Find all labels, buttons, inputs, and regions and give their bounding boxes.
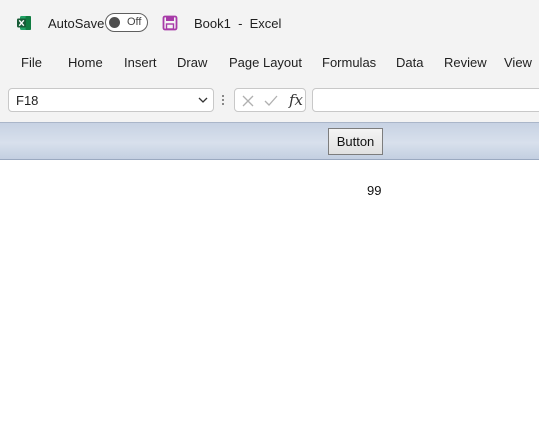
tab-draw[interactable]: Draw (177, 54, 207, 72)
excel-logo-icon[interactable] (16, 15, 32, 31)
name-box-value: F18 (16, 93, 39, 108)
more-options-icon[interactable] (221, 93, 225, 107)
formula-buttons: fx (234, 88, 306, 112)
tab-formulas[interactable]: Formulas (322, 54, 376, 72)
document-title: Book1 - Excel (194, 16, 282, 31)
toggle-knob (109, 17, 120, 28)
autosave-toggle[interactable]: Off (105, 13, 148, 32)
tab-file[interactable]: File (21, 54, 42, 72)
sheet-header-band: Button (0, 122, 539, 160)
enter-icon[interactable] (264, 95, 278, 107)
formula-bar: F18 fx (0, 86, 539, 116)
tab-data[interactable]: Data (396, 54, 423, 72)
tab-review[interactable]: Review (444, 54, 487, 72)
ribbon-tabs: File Home Insert Draw Page Layout Formul… (0, 50, 539, 78)
insert-function-icon[interactable]: fx (289, 90, 303, 110)
autosave-label: AutoSave (48, 16, 105, 31)
cell-value[interactable]: 99 (367, 183, 381, 199)
cancel-icon[interactable] (242, 95, 254, 107)
tab-home[interactable]: Home (68, 54, 103, 72)
tab-insert[interactable]: Insert (124, 54, 157, 72)
save-icon[interactable] (162, 15, 178, 31)
tab-page-layout[interactable]: Page Layout (229, 54, 302, 72)
sheet-grid[interactable]: 99 (0, 160, 539, 442)
name-box[interactable]: F18 (8, 88, 214, 112)
formula-input[interactable] (312, 88, 539, 112)
chevron-down-icon[interactable] (198, 96, 208, 104)
title-bar: AutoSave Off Book1 - Excel (0, 0, 539, 46)
sheet-button[interactable]: Button (328, 128, 383, 155)
autosave-state: Off (127, 16, 142, 28)
tab-view[interactable]: View (504, 54, 532, 72)
